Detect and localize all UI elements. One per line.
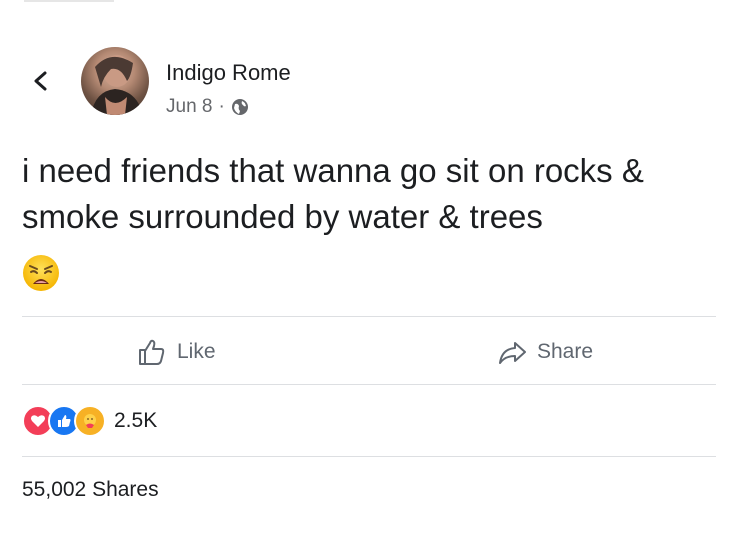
back-arrow-icon[interactable] (30, 70, 52, 92)
reactions-summary[interactable]: 2.5K (22, 404, 157, 438)
like-button[interactable]: Like (137, 334, 216, 370)
divider-top (22, 316, 716, 317)
divider-bottom (22, 456, 716, 457)
share-label: Share (537, 340, 594, 363)
meta-separator: · (218, 96, 225, 117)
share-button[interactable]: Share (497, 334, 593, 370)
top-edge-line (24, 0, 114, 2)
post-date[interactable]: Jun 8 (166, 96, 212, 118)
avatar[interactable] (81, 47, 149, 115)
like-label: Like (177, 340, 216, 363)
weary-face-emoji-icon (23, 255, 59, 291)
divider-middle (22, 384, 716, 385)
care-reaction-icon (74, 405, 106, 437)
shares-count[interactable]: 55,002 Shares (22, 478, 159, 502)
post-header: Indigo Rome Jun 8 · (0, 44, 736, 124)
post-meta: Jun 8 · (166, 96, 249, 118)
reaction-count: 2.5K (114, 409, 158, 432)
thumbs-up-icon (139, 339, 165, 365)
post-text: i need friends that wanna go sit on rock… (22, 152, 644, 235)
globe-icon (231, 99, 248, 115)
share-arrow-icon (499, 342, 526, 364)
author-name[interactable]: Indigo Rome (166, 60, 291, 86)
avatar-image (91, 55, 143, 115)
